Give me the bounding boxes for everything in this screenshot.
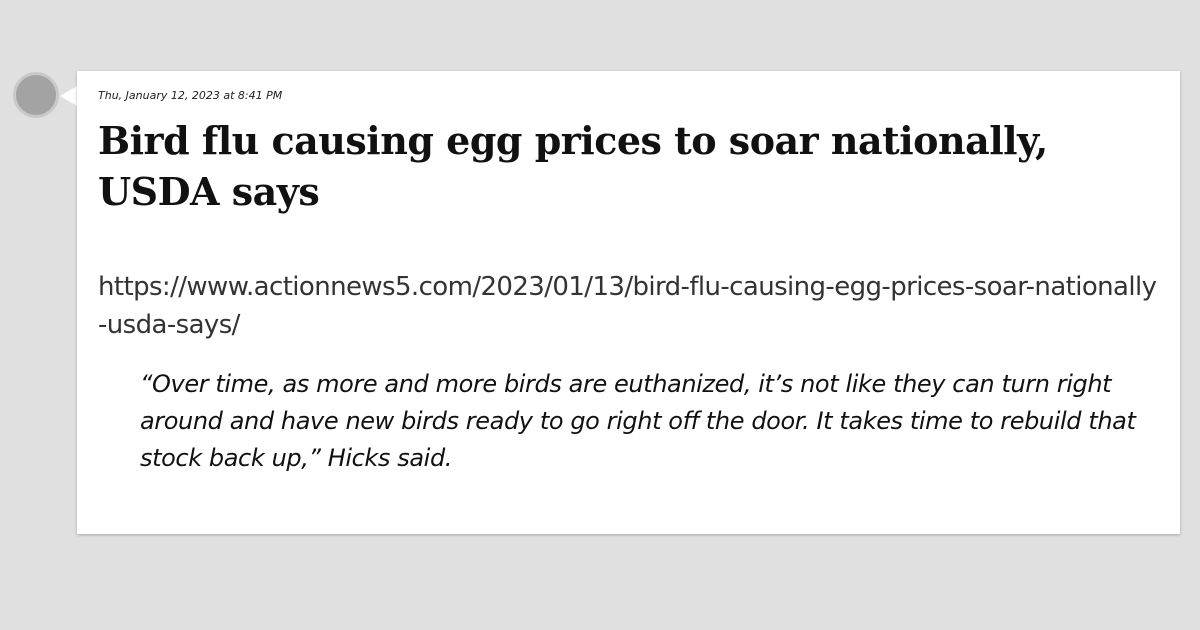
post-url-link[interactable]: https://www.actionnews5.com/2023/01/13/b… [98, 268, 1160, 344]
post-headline: Bird flu causing egg prices to soar nati… [98, 118, 1048, 214]
post-timestamp: Thu, January 12, 2023 at 8:41 PM [98, 89, 283, 102]
post-card: Thu, January 12, 2023 at 8:41 PM Bird fl… [77, 71, 1180, 534]
card-pointer [60, 86, 77, 106]
avatar[interactable] [13, 72, 59, 118]
post-quote: “Over time, as more and more birds are e… [140, 370, 1136, 472]
